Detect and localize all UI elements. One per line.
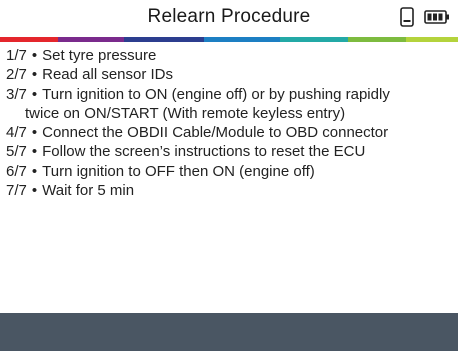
stripe-segment xyxy=(204,37,280,42)
step-number: 6/7 xyxy=(6,162,27,180)
step-text: Turn ignition to OFF then ON (engine off… xyxy=(42,162,315,180)
status-icons xyxy=(400,6,450,32)
step-text: Connect the OBDII Cable/Module to OBD co… xyxy=(42,124,389,142)
battery-icon xyxy=(424,9,450,29)
list-item: 4/7 • Connect the OBDII Cable/Module to … xyxy=(6,123,452,142)
list-item-continuation: twice on ON/START (With remote keyless e… xyxy=(6,104,452,123)
footer-bar xyxy=(0,313,458,351)
stripe-segment xyxy=(348,37,406,42)
header-bar: Relearn Procedure xyxy=(0,0,458,38)
bullet: • xyxy=(31,143,38,161)
bullet: • xyxy=(31,162,38,180)
bullet: • xyxy=(31,124,38,142)
list-item: 7/7 • Wait for 5 min xyxy=(6,181,452,200)
step-number: 7/7 xyxy=(6,182,27,200)
bullet: • xyxy=(31,66,38,84)
step-number: 4/7 xyxy=(6,124,27,142)
list-item: 6/7 • Turn ignition to OFF then ON (engi… xyxy=(6,162,452,181)
list-item: 2/7 • Read all sensor IDs xyxy=(6,65,452,84)
color-stripe xyxy=(0,37,458,42)
bullet: • xyxy=(31,47,38,64)
step-number: 1/7 xyxy=(6,47,27,64)
step-text: Read all sensor IDs xyxy=(42,66,174,84)
step-text: Follow the screen’s instructions to rese… xyxy=(42,143,366,161)
phone-device-icon xyxy=(400,6,414,32)
list-item: 5/7 • Follow the screen’s instructions t… xyxy=(6,142,452,161)
stripe-segment xyxy=(280,37,348,42)
relearn-screen: Relearn Procedure 1/7 • Set tyre pressur… xyxy=(0,0,458,351)
bullet: • xyxy=(31,182,38,200)
page-title: Relearn Procedure xyxy=(147,6,311,27)
stripe-segment xyxy=(58,37,124,42)
stripe-segment xyxy=(0,37,58,42)
step-number: 2/7 xyxy=(6,66,27,84)
step-number: 3/7 xyxy=(6,85,27,103)
procedure-steps: 1/7 • Set tyre pressure 2/7 • Read all s… xyxy=(6,46,452,200)
step-text: Turn ignition to ON (engine off) or by p… xyxy=(42,85,390,103)
step-text-continued: twice on ON/START (With remote keyless e… xyxy=(25,104,346,122)
stripe-segment xyxy=(406,37,458,42)
stripe-segment xyxy=(124,37,204,42)
bullet: • xyxy=(31,85,38,103)
step-number: 5/7 xyxy=(6,143,27,161)
list-item: 1/7 • Set tyre pressure xyxy=(6,46,452,65)
list-item: 3/7 • Turn ignition to ON (engine off) o… xyxy=(6,85,452,104)
step-text: Wait for 5 min xyxy=(42,182,135,200)
step-text: Set tyre pressure xyxy=(42,47,157,64)
